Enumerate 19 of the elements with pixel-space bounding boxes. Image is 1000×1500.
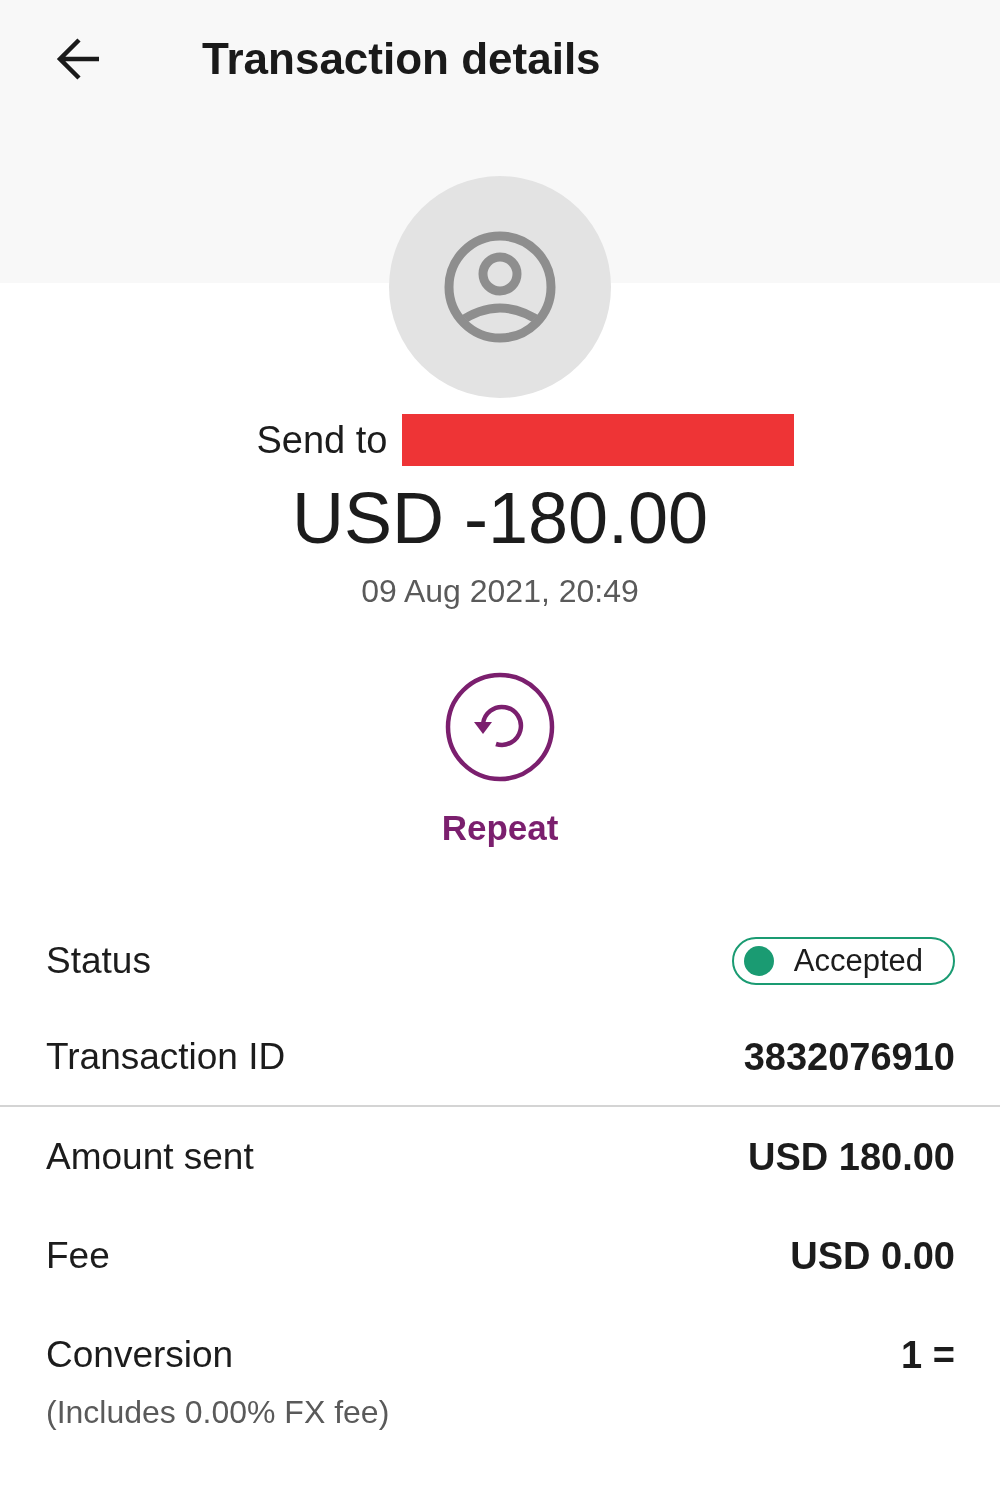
repeat-icon — [445, 672, 555, 782]
send-to-label: Send to — [256, 418, 388, 463]
repeat-button[interactable]: Repeat — [441, 672, 559, 850]
detail-label: Conversion — [46, 1332, 234, 1377]
detail-value: 3832076910 — [743, 1035, 955, 1080]
person-icon — [444, 231, 556, 343]
back-arrow-icon — [55, 38, 101, 80]
amount-text: USD -180.00 — [291, 478, 709, 558]
detail-label: Transaction ID — [46, 1035, 286, 1079]
detail-value: 1 = — [901, 1332, 955, 1378]
page-title: Transaction details — [202, 33, 601, 85]
detail-note: (Includes 0.00% FX fee) — [46, 1393, 390, 1432]
detail-value: USD 0.00 — [790, 1233, 955, 1279]
detail-label: Amount sent — [46, 1134, 254, 1179]
detail-label: Fee — [46, 1233, 110, 1278]
detail-value: USD 180.00 — [748, 1134, 955, 1180]
status-text: Accepted — [793, 942, 923, 980]
detail-label: Status — [46, 939, 151, 983]
date-text: 09 Aug 2021, 20:49 — [361, 572, 639, 611]
